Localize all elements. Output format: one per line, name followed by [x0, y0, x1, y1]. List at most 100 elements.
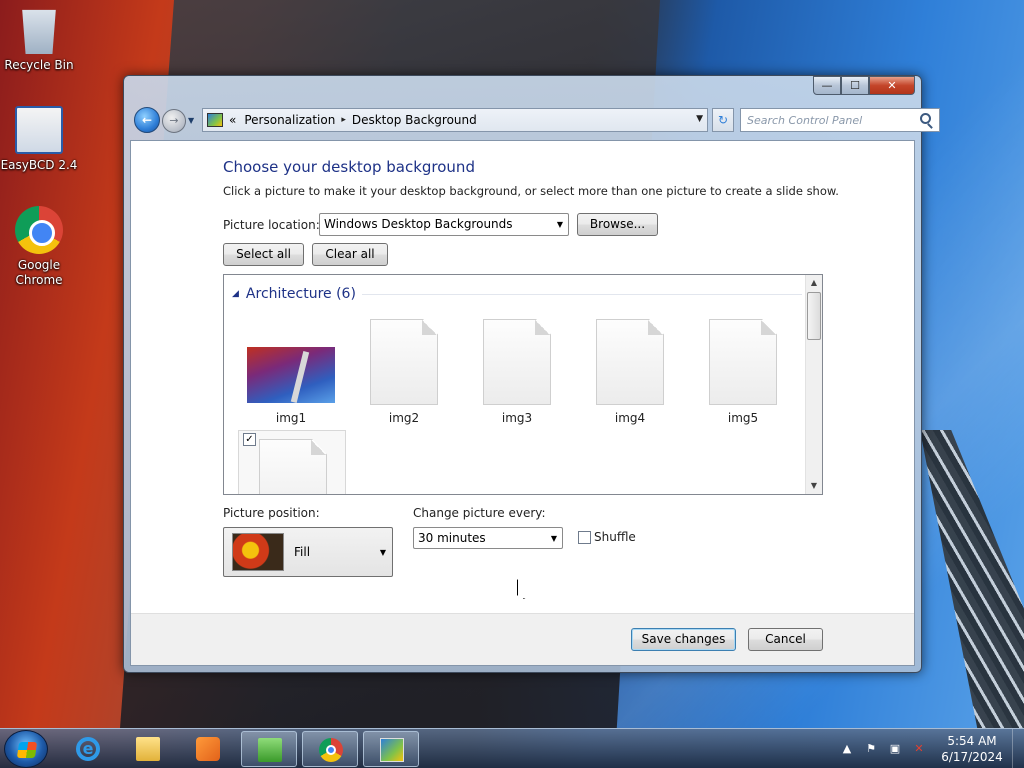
refresh-button[interactable]: ↻ — [712, 108, 734, 132]
picture-label: img5 — [727, 411, 759, 425]
group-header-architecture[interactable]: ◢ Architecture (6) — [232, 286, 802, 302]
blank-file-icon — [596, 319, 664, 405]
caption-buttons: — ☐ ✕ — [813, 76, 915, 95]
back-button[interactable]: ← — [134, 107, 160, 133]
picture-checkbox[interactable]: ✓ — [243, 433, 256, 446]
scroll-down-icon[interactable]: ▼ — [806, 478, 822, 494]
volume-muted-icon[interactable]: ✕ — [912, 742, 926, 756]
change-interval-value: 30 minutes — [418, 531, 486, 545]
picture-location-label: Picture location: — [223, 218, 320, 232]
show-desktop-button[interactable] — [1012, 729, 1024, 768]
clear-all-button[interactable]: Clear all — [312, 243, 388, 266]
picture-gallery: ◢ Architecture (6) img1 img2 img3 img4 i… — [223, 274, 823, 495]
group-divider — [361, 293, 802, 295]
maximize-button[interactable]: ☐ — [841, 76, 869, 95]
clock-date: 6/17/2024 — [941, 750, 1003, 764]
chevron-down-icon: ▼ — [550, 534, 557, 543]
desktop-icon-google-chrome[interactable]: Google Chrome — [0, 206, 78, 288]
picture-label: img1 — [275, 411, 307, 425]
blank-file-icon — [709, 319, 777, 405]
system-clock[interactable]: 5:54 AM 6/17/2024 — [936, 733, 1008, 765]
picture-item-img4[interactable]: img4 — [575, 319, 685, 425]
show-hidden-icons-chevron-icon[interactable]: ▲ — [840, 742, 854, 756]
search-icon[interactable] — [920, 113, 931, 124]
chrome-icon — [319, 738, 343, 762]
desktop-icon-label: EasyBCD 2.4 — [0, 158, 78, 172]
forward-button[interactable]: → — [162, 109, 186, 133]
network-icon[interactable]: ▣ — [888, 742, 902, 756]
internet-explorer-icon: e — [76, 737, 100, 761]
taskbar: e ▲ ⚑ ▣ ✕ 5:54 AM 6/17/2024 — [0, 728, 1024, 768]
breadcrumb-desktop-background[interactable]: Desktop Background — [352, 113, 477, 127]
windows-logo-icon — [16, 742, 38, 758]
breadcrumb-personalization[interactable]: Personalization — [244, 113, 335, 127]
gallery-scrollbar[interactable]: ▲ ▼ — [805, 275, 822, 494]
page-instructions: Click a picture to make it your desktop … — [223, 184, 839, 198]
change-interval-select[interactable]: 30 minutes ▼ — [413, 527, 563, 549]
change-interval-label: Change picture every: — [413, 506, 546, 520]
breadcrumb-separator-icon[interactable]: ▸ — [341, 115, 346, 125]
recycle-bin-icon — [22, 9, 56, 54]
navigation-bar: ← → ▼ « Personalization ▸ Desktop Backgr… — [132, 106, 940, 136]
browse-button[interactable]: Browse... — [577, 213, 658, 236]
blank-file-icon — [483, 319, 551, 405]
media-player-icon — [196, 737, 220, 761]
taskbar-file-explorer[interactable] — [120, 731, 176, 767]
desktop-icon-recycle-bin[interactable]: Recycle Bin — [0, 6, 78, 72]
search-input[interactable] — [740, 108, 940, 132]
desktop-background-window: — ☐ ✕ ← → ▼ « Personalization ▸ Desktop … — [123, 75, 940, 673]
app-window-icon — [258, 738, 282, 762]
save-changes-button[interactable]: Save changes — [631, 628, 736, 651]
dialog-footer: Save changes Cancel — [131, 613, 914, 665]
blank-file-icon — [370, 319, 438, 405]
close-button[interactable]: ✕ — [869, 76, 915, 95]
address-dropdown-icon[interactable]: ▼ — [696, 114, 703, 124]
desktop-icon-easybcd[interactable]: EasyBCD 2.4 — [0, 106, 78, 172]
chevron-down-icon: ▼ — [556, 220, 563, 229]
chevron-down-icon: ▼ — [379, 548, 386, 557]
taskbar-app[interactable] — [241, 731, 297, 767]
folder-icon — [136, 737, 160, 761]
shuffle-label[interactable]: Shuffle — [594, 530, 636, 544]
breadcrumb-overflow[interactable]: « — [229, 113, 236, 127]
wallpaper-tower — [920, 430, 1024, 728]
select-all-button[interactable]: Select all — [223, 243, 304, 266]
scroll-thumb[interactable] — [807, 292, 821, 340]
picture-item-img5[interactable]: img5 — [688, 319, 798, 425]
recent-pages-icon[interactable]: ▼ — [188, 116, 194, 125]
blank-file-icon — [259, 439, 327, 494]
picture-item-img3[interactable]: img3 — [462, 319, 572, 425]
minimize-button[interactable]: — — [813, 76, 841, 95]
desktop-icon-label: Google Chrome — [15, 258, 63, 287]
clock-time: 5:54 AM — [947, 734, 997, 748]
cancel-button[interactable]: Cancel — [748, 628, 823, 651]
picture-location-select[interactable]: Windows Desktop Backgrounds ▼ — [319, 213, 569, 236]
taskbar-control-panel[interactable] — [363, 731, 419, 767]
group-title: Architecture (6) — [245, 286, 356, 302]
picture-item-img1[interactable]: img1 — [236, 319, 346, 425]
start-button[interactable] — [4, 730, 48, 768]
picture-label: img3 — [501, 411, 533, 425]
easybcd-icon — [15, 106, 63, 154]
taskbar-media-player[interactable] — [180, 731, 236, 767]
action-center-flag-icon[interactable]: ⚑ — [864, 742, 878, 756]
taskbar-internet-explorer[interactable]: e — [60, 731, 116, 767]
desktop-icon-label: Recycle Bin — [4, 58, 74, 72]
control-panel-icon — [207, 113, 223, 127]
page-title: Choose your desktop background — [223, 158, 475, 176]
notification-area: ▲ ⚑ ▣ ✕ — [840, 729, 926, 768]
shuffle-checkbox[interactable] — [578, 531, 591, 544]
picture-position-label: Picture position: — [223, 506, 320, 520]
picture-item-img2[interactable]: img2 — [349, 319, 459, 425]
address-bar[interactable]: « Personalization ▸ Desktop Background ▼ — [202, 108, 708, 132]
picture-position-select[interactable]: Fill ▼ — [223, 527, 393, 577]
position-preview-thumbnail — [232, 533, 284, 571]
taskbar-google-chrome[interactable] — [302, 731, 358, 767]
scroll-up-icon[interactable]: ▲ — [806, 275, 822, 291]
picture-item-img6[interactable]: ✓ — [238, 430, 346, 494]
picture-position-value: Fill — [294, 545, 311, 559]
picture-location-value: Windows Desktop Backgrounds — [324, 217, 513, 231]
picture-thumbnail — [247, 347, 335, 403]
collapse-caret-icon[interactable]: ◢ — [232, 289, 239, 299]
control-panel-icon — [380, 738, 404, 762]
